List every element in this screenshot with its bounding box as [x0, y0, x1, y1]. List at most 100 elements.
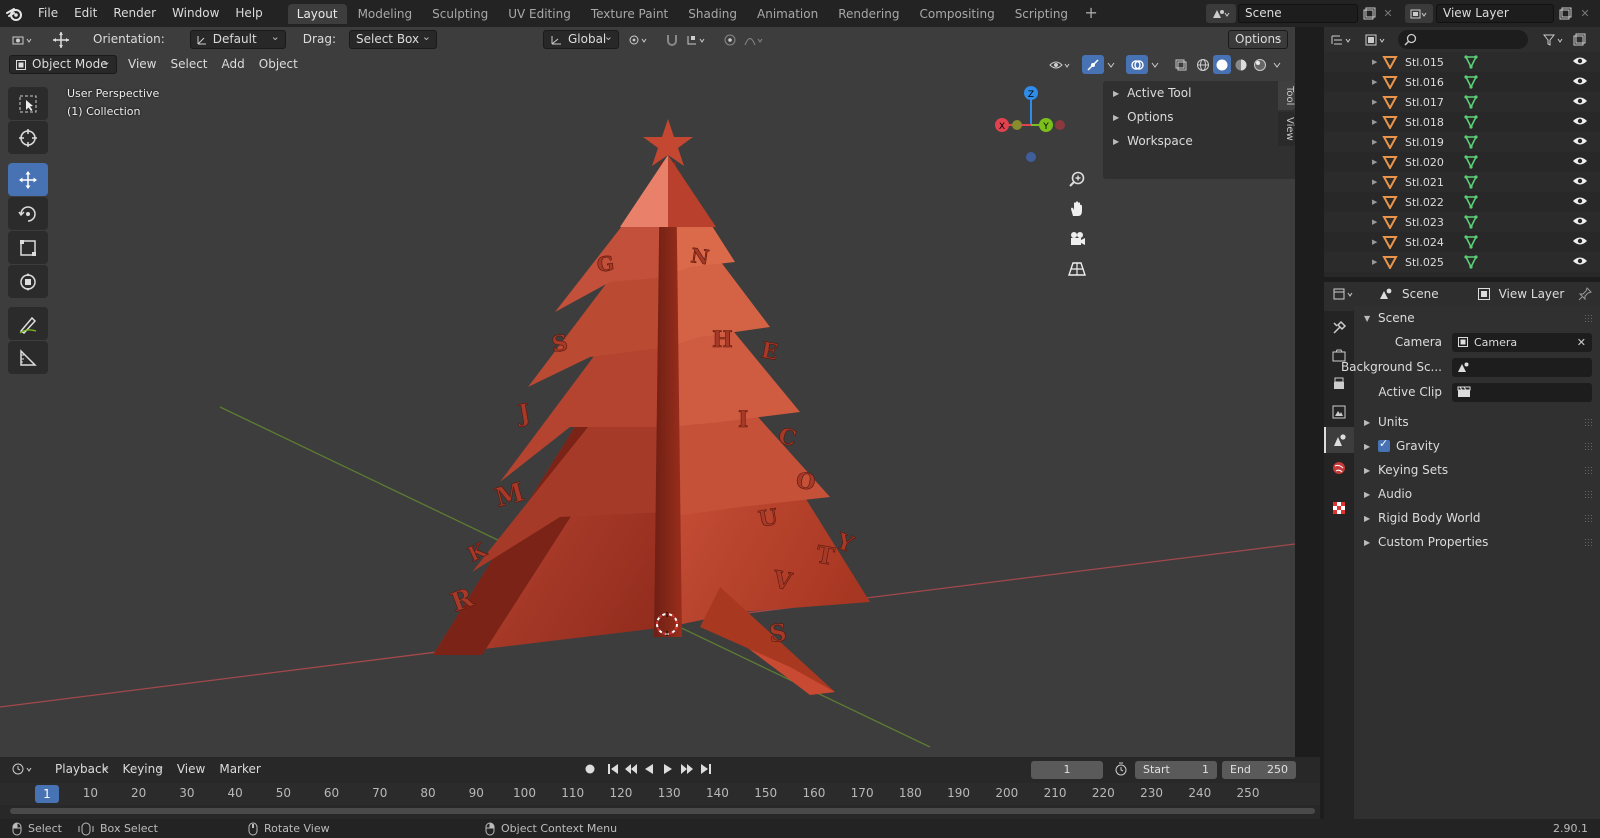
timeline-scrollbar[interactable] [10, 808, 1315, 814]
properties-editor-type-icon[interactable] [1330, 285, 1360, 304]
outliner-row[interactable]: ▶ Stl.017 [1324, 92, 1600, 112]
move-tool[interactable] [8, 163, 48, 196]
gizmo-toggle-icon[interactable] [1082, 55, 1104, 74]
mesh-data-icon[interactable] [1464, 55, 1478, 69]
visibility-eye-icon[interactable] [1572, 235, 1588, 247]
sidebar-tab-view[interactable]: View [1278, 112, 1295, 147]
timeline-editor-type-icon[interactable] [8, 760, 40, 779]
auto-keying-icon[interactable] [579, 760, 601, 779]
tab-layout[interactable]: Layout [287, 3, 347, 24]
outliner-row[interactable]: ▶ Stl.022 [1324, 192, 1600, 212]
playhead[interactable]: 1 [35, 785, 59, 803]
menu-add[interactable]: Add [215, 55, 252, 74]
visibility-eye-icon[interactable] [1572, 215, 1588, 227]
scene-name-field[interactable]: Scene [1238, 4, 1358, 23]
outliner-row[interactable]: ▶ Stl.019 [1324, 132, 1600, 152]
menu-window[interactable]: Window [164, 0, 227, 27]
new-scene-icon[interactable] [1360, 4, 1378, 23]
transform-tool[interactable] [8, 265, 48, 298]
audio-panel[interactable]: ▶ Audio [1354, 482, 1600, 506]
zoom-icon[interactable] [1064, 166, 1090, 192]
overlays-toggle-icon[interactable] [1126, 55, 1148, 74]
pivot-point-icon[interactable] [625, 30, 655, 49]
preview-range-icon[interactable] [1110, 760, 1132, 779]
panel-active-tool[interactable]: ▶ Active Tool [1103, 81, 1295, 105]
visibility-eye-icon[interactable] [1572, 95, 1588, 107]
navigation-gizmo[interactable]: Z X Y [995, 86, 1065, 162]
mesh-data-icon[interactable] [1464, 75, 1478, 89]
mesh-data-icon[interactable] [1464, 195, 1478, 209]
view-layer-browse-icon[interactable] [1405, 4, 1433, 23]
transform-orientation-dropdown[interactable]: Global [542, 28, 619, 49]
falloff-icon[interactable] [741, 30, 771, 49]
mesh-data-icon[interactable] [1464, 135, 1478, 149]
menu-object[interactable]: Object [252, 55, 305, 74]
gizmo-dropdown-icon[interactable] [1104, 55, 1118, 74]
visibility-eye-icon[interactable] [1572, 155, 1588, 167]
output-tab-icon[interactable] [1324, 371, 1354, 397]
scene-tab-icon[interactable] [1324, 427, 1354, 453]
mesh-data-icon[interactable] [1464, 235, 1478, 249]
blender-logo-icon[interactable] [0, 0, 30, 27]
mesh-data-icon[interactable] [1464, 215, 1478, 229]
wireframe-shading-icon[interactable] [1194, 55, 1212, 74]
outliner-row[interactable]: ▶ Stl.021 [1324, 172, 1600, 192]
rendered-shading-icon[interactable] [1251, 55, 1269, 74]
gravity-panel[interactable]: ▶Gravity [1354, 434, 1600, 458]
snap-toggle-icon[interactable] [661, 30, 683, 49]
annotate-tool[interactable] [8, 307, 48, 340]
visibility-eye-icon[interactable] [1572, 55, 1588, 67]
tool-tab-icon[interactable] [1324, 315, 1354, 341]
camera-view-icon[interactable] [1064, 226, 1090, 252]
tab-rendering[interactable]: Rendering [829, 4, 908, 24]
mesh-data-icon[interactable] [1464, 115, 1478, 129]
visibility-eye-icon[interactable] [1572, 75, 1588, 87]
tab-uv-editing[interactable]: UV Editing [499, 4, 580, 24]
new-collection-icon[interactable] [1570, 30, 1588, 49]
jump-end-icon[interactable] [697, 760, 715, 779]
units-panel[interactable]: ▶ Units [1354, 410, 1600, 434]
panel-options[interactable]: ▶ Options [1103, 105, 1295, 129]
keying-sets-panel[interactable]: ▶ Keying Sets [1354, 458, 1600, 482]
mesh-data-icon[interactable] [1464, 95, 1478, 109]
tab-shading[interactable]: Shading [679, 4, 746, 24]
menu-view[interactable]: View [121, 55, 163, 74]
delete-view-layer-icon[interactable]: ✕ [1577, 4, 1593, 23]
pan-hand-icon[interactable] [1064, 196, 1090, 222]
clear-camera-icon[interactable]: ✕ [1577, 333, 1586, 352]
outliner-row[interactable]: ▶ Stl.025 [1324, 252, 1600, 272]
rigid-body-world-panel[interactable]: ▶ Rigid Body World [1354, 506, 1600, 530]
add-workspace-button[interactable]: + [1081, 3, 1101, 24]
scene-browse-icon[interactable] [1206, 4, 1236, 23]
visibility-eye-icon[interactable] [1572, 255, 1588, 267]
gravity-checkbox[interactable] [1378, 437, 1390, 452]
tab-modeling[interactable]: Modeling [349, 4, 422, 24]
snap-element-icon[interactable] [683, 30, 713, 49]
panel-workspace[interactable]: ▶ Workspace [1103, 129, 1295, 153]
editor-type-icon[interactable] [8, 30, 40, 49]
perspective-toggle-icon[interactable] [1064, 256, 1090, 282]
camera-field[interactable]: Camera ✕ [1452, 333, 1592, 352]
custom-properties-panel[interactable]: ▶ Custom Properties [1354, 530, 1600, 554]
timeline-view-menu[interactable]: View [170, 760, 212, 779]
menu-render[interactable]: Render [105, 0, 164, 27]
delete-scene-icon[interactable]: ✕ [1380, 4, 1396, 23]
drag-dropdown[interactable]: Select Box [348, 28, 437, 49]
display-mode-icon[interactable] [1362, 30, 1392, 49]
measure-tool[interactable] [8, 341, 48, 374]
pin-icon[interactable] [1578, 287, 1592, 301]
outliner-row[interactable]: ▶ Stl.018 [1324, 112, 1600, 132]
mode-dropdown[interactable]: Object Mode [9, 53, 117, 74]
play-icon[interactable] [659, 760, 677, 779]
jump-keyframe-forward-icon[interactable] [678, 760, 696, 779]
visibility-eye-icon[interactable] [1572, 115, 1588, 127]
tab-texture-paint[interactable]: Texture Paint [582, 4, 677, 24]
proportional-edit-icon[interactable] [719, 30, 741, 49]
orientation-dropdown[interactable]: Default [189, 28, 286, 49]
new-view-layer-icon[interactable] [1556, 4, 1574, 23]
select-box-tool[interactable] [8, 87, 48, 120]
outliner-row[interactable]: ▶ Stl.015 [1324, 52, 1600, 72]
jump-start-icon[interactable] [604, 760, 622, 779]
mesh-data-icon[interactable] [1464, 255, 1478, 269]
jump-keyframe-back-icon[interactable] [622, 760, 640, 779]
